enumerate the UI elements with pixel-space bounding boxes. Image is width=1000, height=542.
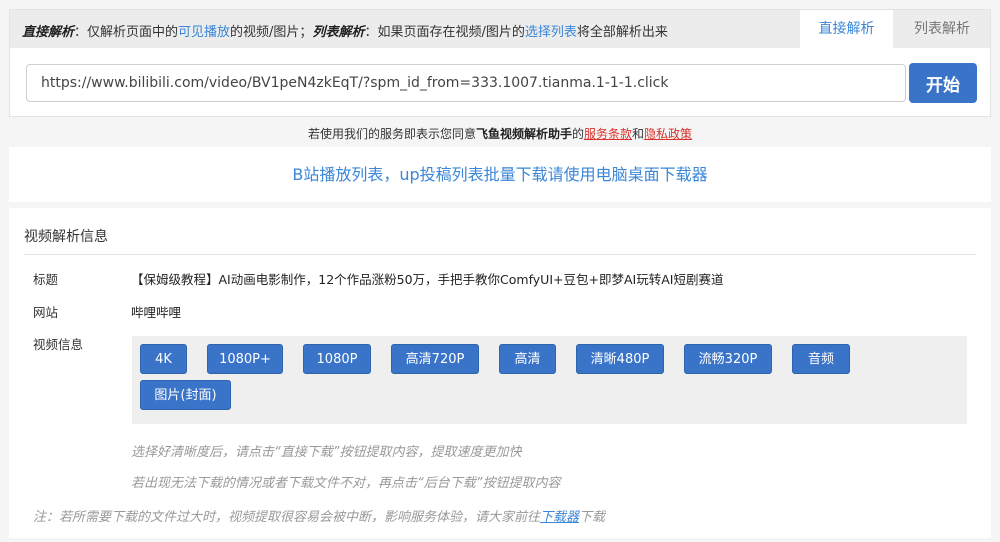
site-label: 网站 xyxy=(33,305,59,320)
brand-name: 飞鱼视频解析助手 xyxy=(475,127,572,141)
quality-button-480p[interactable]: 清晰480P xyxy=(576,344,664,374)
quality-button-hd[interactable]: 高清 xyxy=(499,344,556,374)
parse-panel: 直接解析：仅解析页面中的可见播放的视频/图片；列表解析：如果页面存在视频/图片的… xyxy=(9,9,991,117)
list-parse-highlight: 选择列表 xyxy=(524,25,577,40)
quality-button-audio[interactable]: 音频 xyxy=(792,344,850,374)
start-button[interactable]: 开始 xyxy=(909,63,977,103)
list-parse-title: 列表解析 xyxy=(312,25,365,40)
terms-link[interactable]: 服务条款 xyxy=(584,127,632,141)
parse-header: 直接解析：仅解析页面中的可见播放的视频/图片；列表解析：如果页面存在视频/图片的… xyxy=(10,10,990,48)
download-note: 注：若所需要下载的文件过大时，视频提取很容易会被中断，影响服务体验，请大家前往下… xyxy=(33,506,605,525)
hint-background-download: 若出现无法下载的情况或者下载文件不对，再点击“后台下载”按钮提取内容 xyxy=(131,476,561,491)
note-prefix: 注：若所需要下载的文件过大时，视频提取很容易会被中断，影响服务体验，请大家前往 xyxy=(33,510,541,525)
url-input[interactable] xyxy=(26,64,906,102)
agreement-mid-1: 的 xyxy=(571,127,584,141)
title-value: 【保姆级教程】AI动画电影制作，12个作品涨粉50万，手把手教你ComfyUI+… xyxy=(131,272,724,287)
quality-button-320p[interactable]: 流畅320P xyxy=(684,344,772,374)
note-suffix: 下载 xyxy=(579,510,606,525)
desktop-downloader-banner[interactable]: B站播放列表，up投稿列表批量下载请使用电脑桌面下载器 xyxy=(9,147,991,202)
agreement-notice: 若使用我们的服务即表示您同意飞鱼视频解析助手的服务条款和隐私政策 xyxy=(0,125,1000,142)
quality-button-720p[interactable]: 高清720P xyxy=(391,344,479,374)
tab-direct-parse[interactable]: 直接解析 xyxy=(800,10,893,48)
parse-description: 直接解析：仅解析页面中的可见播放的视频/图片；列表解析：如果页面存在视频/图片的… xyxy=(22,21,668,40)
list-parse-text-2: 将全部解析出来 xyxy=(576,25,668,40)
downloader-link[interactable]: 下载器 xyxy=(540,510,579,525)
video-info-label: 视频信息 xyxy=(33,337,84,352)
direct-parse-text-1: ：仅解析页面中的 xyxy=(74,25,179,40)
quality-button-cover-image[interactable]: 图片(封面) xyxy=(140,380,231,410)
site-value: 哔哩哔哩 xyxy=(131,305,182,320)
hint-direct-download: 选择好清晰度后，请点击“直接下载”按钮提取内容，提取速度更加快 xyxy=(131,445,522,460)
quality-options: 4K 1080P+ 1080P 高清720P 高清 清晰480P 流畅320P … xyxy=(132,336,967,424)
list-parse-text-1: ：如果页面存在视频/图片的 xyxy=(364,25,525,40)
title-label: 标题 xyxy=(33,272,59,287)
video-info-panel: 视频解析信息 标题 【保姆级教程】AI动画电影制作，12个作品涨粉50万，手把手… xyxy=(9,208,991,538)
section-divider xyxy=(24,254,976,255)
privacy-link[interactable]: 隐私政策 xyxy=(644,127,692,141)
direct-parse-text-2: 的视频/图片； xyxy=(230,25,313,40)
tab-list-parse[interactable]: 列表解析 xyxy=(894,10,990,48)
direct-parse-title: 直接解析 xyxy=(22,25,75,40)
section-title: 视频解析信息 xyxy=(24,229,108,245)
agreement-prefix: 若使用我们的服务即表示您同意 xyxy=(307,127,476,141)
direct-parse-highlight: 可见播放 xyxy=(178,25,231,40)
quality-button-1080p[interactable]: 1080P xyxy=(303,344,371,374)
agreement-mid-2: 和 xyxy=(632,127,645,141)
quality-button-4k[interactable]: 4K xyxy=(140,344,187,374)
quality-button-1080p-plus[interactable]: 1080P+ xyxy=(207,344,283,374)
